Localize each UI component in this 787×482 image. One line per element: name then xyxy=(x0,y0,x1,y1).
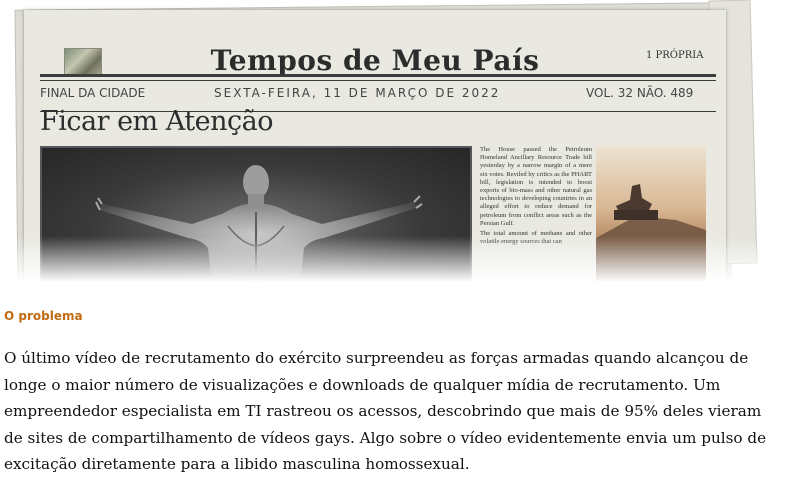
newspaper-banner: Tempos de Meu País 1 PRÓPRIA FINAL DA CI… xyxy=(0,0,787,282)
masthead-rule-thin xyxy=(40,80,716,81)
masthead-rule-thick xyxy=(40,74,716,77)
body-paragraph: O último vídeo de recrutamento do exérci… xyxy=(4,349,767,473)
edition-label: FINAL DA CIDADE xyxy=(40,86,146,100)
banner-fade xyxy=(0,236,787,282)
volume-number: VOL. 32 NÃO. 489 xyxy=(586,86,694,100)
section-label: O problema xyxy=(4,309,83,323)
issue-date: SEXTA-FEIRA, 11 DE MARÇO DE 2022 xyxy=(214,86,501,100)
newspaper-headline: Ficar em Atenção xyxy=(40,106,273,137)
newspaper-masthead: Tempos de Meu País xyxy=(210,44,540,77)
page-badge: 1 PRÓPRIA xyxy=(646,50,704,61)
column-paragraph: The House passed the Petroleum Homeland … xyxy=(480,146,592,227)
news-column: The House passed the Petroleum Homeland … xyxy=(480,146,592,248)
